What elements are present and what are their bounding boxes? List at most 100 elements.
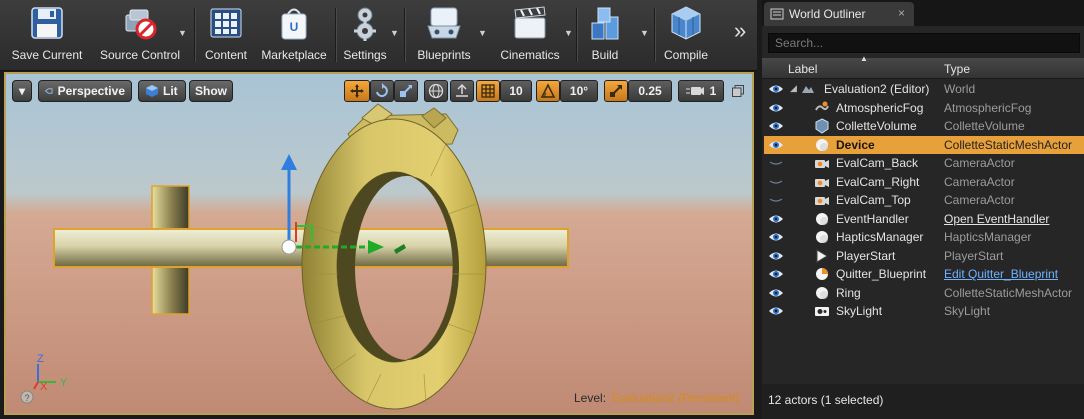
build-button[interactable]: Build (580, 4, 630, 66)
visibility-hidden-icon[interactable] (768, 175, 784, 189)
outliner-row[interactable]: EvalCam_Top CameraActor (764, 191, 1084, 210)
scale-snap-value[interactable]: 0.25 (628, 80, 672, 102)
actor-type: World (944, 82, 976, 96)
save-current-button[interactable]: Save Current (6, 4, 88, 66)
visibility-eye-icon[interactable] (768, 230, 784, 244)
outliner-row[interactable]: ◢ Evaluation2 (Editor) World (764, 80, 1084, 99)
grid-snap-toggle[interactable] (476, 80, 500, 102)
level-name: Evaluation2 (Persistent) (612, 391, 740, 405)
compile-icon (666, 4, 706, 42)
actor-type-link[interactable]: Edit Quitter_Blueprint (944, 267, 1058, 281)
translate-mode-button[interactable] (344, 80, 370, 102)
visibility-eye-icon[interactable] (768, 212, 784, 226)
blueprints-label: Blueprints (417, 48, 471, 62)
compile-label: Compile (663, 48, 708, 62)
save-current-label: Save Current (11, 48, 83, 62)
lit-button[interactable]: Lit (138, 80, 186, 102)
toolbar-overflow-button[interactable]: » (734, 18, 746, 44)
gizmo-z-arrowhead[interactable] (281, 154, 297, 170)
visibility-hidden-icon[interactable] (768, 193, 784, 207)
actor-label: EvalCam_Back (836, 156, 919, 170)
actor-type: CameraActor (944, 174, 1015, 189)
help-icon[interactable]: ? (24, 393, 29, 403)
outliner-row[interactable]: Ring ColletteStaticMeshActor (764, 284, 1084, 303)
actor-type: ColletteStaticMeshActor (944, 285, 1073, 300)
actor-label: ColletteVolume (836, 119, 917, 133)
settings-dropdown-arrow[interactable]: ▼ (390, 28, 400, 38)
visibility-eye-icon[interactable] (768, 286, 784, 300)
outliner-row[interactable]: ColletteVolume ColletteVolume (764, 117, 1084, 136)
scale-mode-button[interactable] (394, 80, 418, 102)
content-button[interactable]: Content (198, 4, 254, 66)
rotate-mode-button[interactable] (370, 80, 394, 102)
outliner-row[interactable]: AtmosphericFog AtmosphericFog (764, 99, 1084, 118)
cinematics-icon (510, 4, 550, 42)
scale-snap-toggle[interactable] (604, 80, 628, 102)
toolbar-separator (404, 8, 406, 62)
build-dropdown-arrow[interactable]: ▼ (640, 28, 650, 38)
source-control-label: Source Control (99, 48, 181, 62)
toolbar-separator (335, 8, 337, 62)
world-outliner-panel: World Outliner × ▲ Label Type ◢Evaluatio… (762, 0, 1084, 419)
visibility-eye-icon[interactable] (768, 101, 784, 115)
scale-icon (400, 85, 412, 97)
grid-snap-value[interactable]: 10 (500, 80, 532, 102)
build-icon (585, 4, 625, 42)
main-toolbar: Save Current Source Control ▼ Content U … (0, 0, 757, 71)
source-control-dropdown-arrow[interactable]: ▼ (178, 28, 188, 38)
actor-type-link[interactable]: Open EventHandler (944, 212, 1049, 226)
skylight-icon (814, 303, 830, 319)
maximize-viewport-button[interactable] (732, 84, 744, 97)
outliner-row[interactable]: SkyLight SkyLight (764, 302, 1084, 321)
compile-button[interactable]: Compile (658, 4, 714, 66)
visibility-eye-icon[interactable] (768, 304, 784, 318)
gizmo-center-sphere[interactable] (281, 239, 297, 255)
axis-indicator: Z X Y ? (20, 353, 68, 404)
cinematics-button[interactable]: Cinematics (494, 4, 566, 66)
sphere-icon (814, 285, 830, 301)
outliner-row[interactable]: EvalCam_Right CameraActor (764, 173, 1084, 192)
blueprints-icon (424, 4, 464, 42)
viewport-scene[interactable]: Z X Y ? (6, 74, 752, 413)
visibility-eye-icon[interactable] (768, 119, 784, 133)
outliner-row[interactable]: Device ColletteStaticMeshActor (764, 135, 1084, 154)
actor-type: ColletteStaticMeshActor (944, 137, 1073, 152)
visibility-eye-icon[interactable] (768, 82, 784, 96)
expand-arrow-icon[interactable]: ◢ (790, 83, 797, 94)
outliner-row[interactable]: Quitter_Blueprint Edit Quitter_Blueprint (764, 265, 1084, 284)
visibility-eye-icon[interactable] (768, 249, 784, 263)
visibility-eye-icon[interactable] (768, 138, 784, 152)
outliner-row[interactable]: PlayerStart PlayerStart (764, 247, 1084, 266)
build-label: Build (591, 48, 619, 62)
blueprint-actor-icon (814, 266, 830, 282)
fog-icon (814, 100, 830, 116)
cinematics-dropdown-arrow[interactable]: ▼ (564, 28, 574, 38)
actor-label: AtmosphericFog (836, 100, 924, 115)
surface-snapping-button[interactable] (450, 80, 474, 102)
outliner-row[interactable]: EvalCam_Back CameraActor (764, 154, 1084, 173)
perspective-label: Perspective (57, 84, 125, 98)
viewport-options-button[interactable]: ▾ (12, 80, 32, 102)
visibility-eye-icon[interactable] (768, 267, 784, 281)
settings-button[interactable]: Settings (338, 4, 392, 66)
blueprints-dropdown-arrow[interactable]: ▼ (478, 28, 488, 38)
visibility-hidden-icon[interactable] (768, 156, 784, 170)
outliner-row[interactable]: HapticsManager HapticsManager (764, 228, 1084, 247)
show-button[interactable]: Show (189, 80, 233, 102)
actor-label: EvalCam_Top (836, 193, 911, 207)
angle-snap-toggle[interactable] (536, 80, 560, 102)
sphere-icon (814, 137, 830, 153)
source-control-button[interactable]: Source Control (90, 4, 190, 66)
perspective-icon (45, 88, 53, 94)
actor-count-status: 12 actors (1 selected) (768, 393, 884, 407)
actor-type: SkyLight (944, 304, 991, 318)
blueprints-button[interactable]: Blueprints (408, 4, 480, 66)
camera-speed-button[interactable]: 1 (678, 80, 724, 102)
outliner-row[interactable]: EventHandler Open EventHandler (764, 210, 1084, 229)
perspective-button[interactable]: Perspective (38, 80, 132, 102)
world-local-toggle[interactable] (424, 80, 448, 102)
actor-type: AtmosphericFog (944, 100, 1032, 115)
angle-snap-value[interactable]: 10° (560, 80, 598, 102)
level-viewport[interactable]: Z X Y ? ▾ Perspective Lit Show 10 10° 0.… (4, 72, 754, 415)
marketplace-button[interactable]: U Marketplace (256, 4, 332, 66)
